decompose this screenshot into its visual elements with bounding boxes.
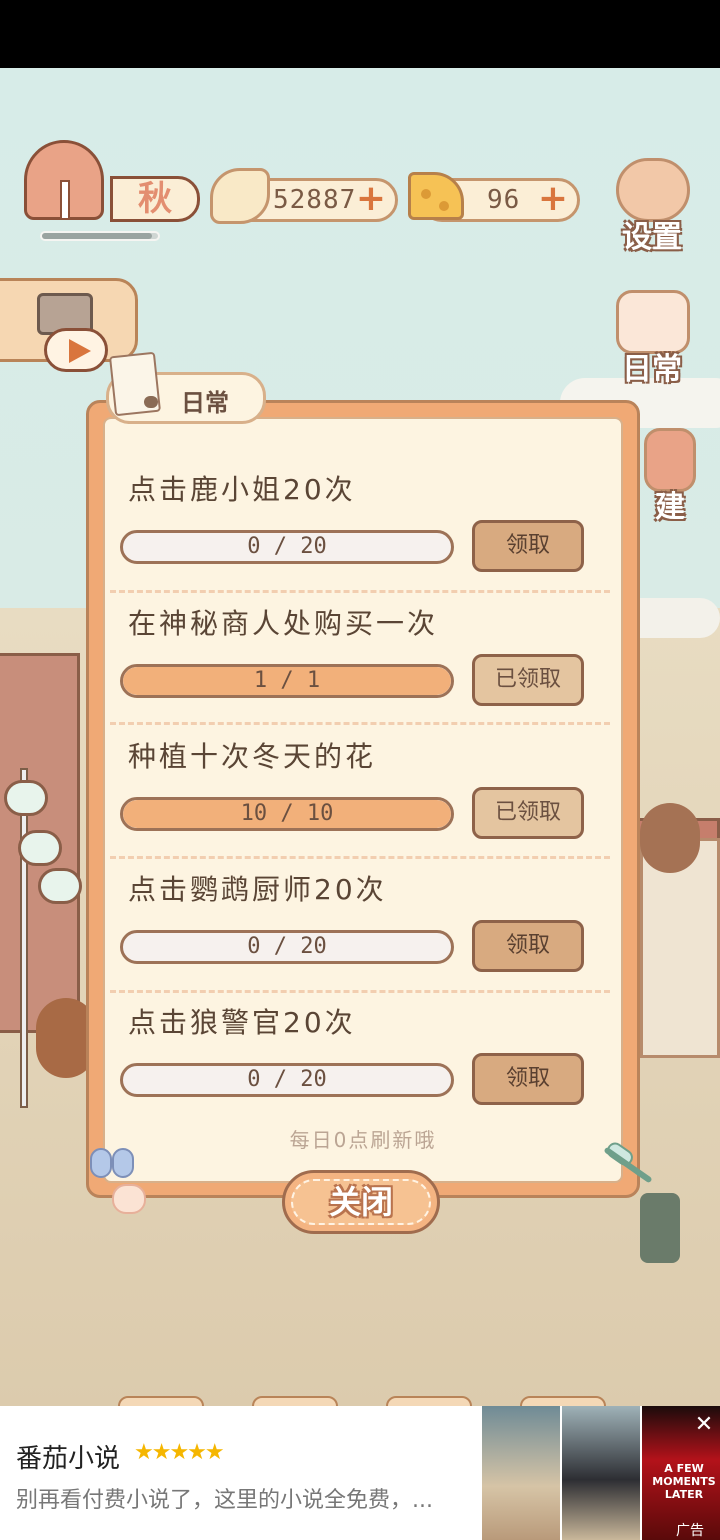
butterfly-icon — [90, 1148, 136, 1188]
task-progress-text: 10 / 10 — [240, 801, 334, 826]
task-progress-text: 0 / 20 — [247, 934, 327, 959]
season-badge[interactable]: 秋 — [24, 140, 200, 226]
ad-thumbnail — [562, 1406, 640, 1540]
task-title: 点击鹿小姐20次 — [128, 473, 356, 506]
daily-button[interactable]: 日常 — [612, 290, 692, 387]
play-icon — [69, 339, 91, 363]
claimed-button[interactable]: 已领取 — [472, 654, 584, 706]
ad-close-icon[interactable]: ✕ — [692, 1414, 716, 1438]
task-progress-text: 0 / 20 — [247, 1067, 327, 1092]
task-title: 点击狼警官20次 — [128, 1006, 356, 1039]
task-progress-bar: 0 / 20 — [120, 530, 454, 564]
build-label: 建 — [655, 490, 685, 525]
ad-thumbnail — [482, 1406, 560, 1540]
task-item: 点击鹿小姐20次 0 / 20 领取 — [108, 458, 608, 590]
status-bar — [0, 0, 720, 68]
ad-banner[interactable]: 番茄小说 ★★★★★ 别再看付费小说了，这里的小说全免费，... ✕ — [0, 1406, 720, 1540]
claim-button[interactable]: 领取 — [472, 520, 584, 572]
tree-trunk — [60, 180, 70, 220]
task-title: 种植十次冬天的花 — [128, 740, 377, 773]
ad-thumbnail-caption: A FEW MOMENTS LATER — [652, 1462, 716, 1501]
task-progress-bar: 1 / 1 — [120, 664, 454, 698]
task-item: 种植十次冬天的花 10 / 10 已领取 — [108, 725, 608, 857]
lamp-pole — [20, 768, 28, 1108]
butterfly-icon — [112, 1184, 146, 1214]
task-progress-text: 1 / 1 — [253, 668, 321, 693]
season-label: 秋 — [110, 176, 200, 222]
rock — [640, 1193, 680, 1263]
ad-tag: 广告 — [676, 1523, 704, 1539]
claim-button[interactable]: 领取 — [472, 920, 584, 972]
add-cheese-button[interactable]: + — [537, 181, 569, 217]
build-button[interactable]: 建 — [640, 428, 700, 525]
task-progress-bar: 0 / 20 — [120, 1063, 454, 1097]
task-progress-text: 0 / 20 — [247, 534, 327, 559]
settings-button[interactable]: 设置 — [612, 158, 692, 255]
task-title: 点击鹦鹉厨师20次 — [128, 873, 387, 906]
video-play-button[interactable] — [44, 328, 108, 372]
close-button-label: 关闭 — [291, 1179, 431, 1225]
task-item: 点击鹦鹉厨师20次 0 / 20 领取 — [108, 858, 608, 990]
lantern — [18, 830, 62, 866]
settings-label: 设置 — [622, 220, 682, 255]
task-progress-bar: 0 / 20 — [120, 930, 454, 964]
bush — [640, 803, 700, 873]
ad-title: 番茄小说 — [16, 1444, 121, 1474]
ad-rating-stars: ★★★★★ — [134, 1440, 225, 1465]
close-button[interactable]: 关闭 — [282, 1170, 440, 1234]
fish-count: 52887 — [273, 185, 357, 215]
claimed-button[interactable]: 已领取 — [472, 787, 584, 839]
season-progress-bar — [40, 231, 160, 241]
dragonfly-icon — [596, 1139, 656, 1190]
daily-label: 日常 — [622, 352, 682, 387]
claim-button[interactable]: 领取 — [472, 1053, 584, 1105]
task-progress-bar: 10 / 10 — [120, 797, 454, 831]
ad-description: 别再看付费小说了，这里的小说全免费，... — [16, 1488, 433, 1513]
season-progress-fill — [42, 233, 153, 239]
tab-daily-label: 日常 — [181, 389, 229, 417]
paw-icon — [144, 396, 158, 408]
task-item: 在神秘商人处购买一次 1 / 1 已领取 — [108, 592, 608, 724]
add-fish-button[interactable]: + — [355, 181, 387, 217]
task-title: 在神秘商人处购买一次 — [128, 607, 439, 640]
refresh-note: 每日0点刷新哦 — [289, 1128, 437, 1152]
lantern — [38, 868, 82, 904]
cheese-count: 96 — [487, 185, 521, 215]
lantern — [4, 780, 48, 816]
task-item: 点击狼警官20次 0 / 20 领取 — [108, 991, 608, 1123]
